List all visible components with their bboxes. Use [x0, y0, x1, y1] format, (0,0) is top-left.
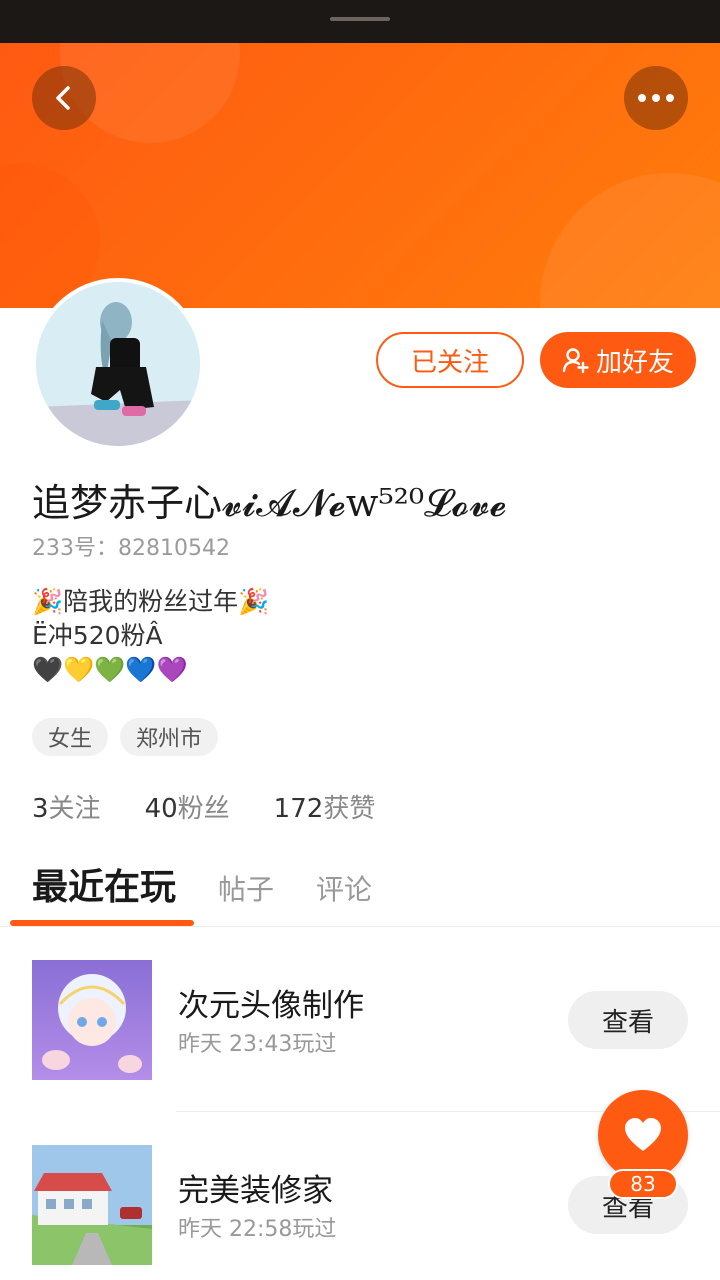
- username: 追梦赤子心𝓿𝓲𝓐𝓝𝓮w⁵²⁰𝓛𝓸𝓿𝓮: [32, 481, 507, 525]
- tab-comments[interactable]: 评论: [316, 868, 372, 908]
- view-game-button[interactable]: 查看: [568, 991, 688, 1049]
- game-played-time: 昨天 23:43玩过: [178, 1032, 337, 1057]
- stat-number: 3: [32, 794, 49, 824]
- back-button[interactable]: [32, 66, 96, 130]
- game-icon: [32, 1145, 152, 1265]
- stat-label: 获赞: [323, 794, 376, 824]
- followed-button[interactable]: 已关注: [376, 332, 524, 388]
- stat-label: 关注: [48, 794, 101, 824]
- more-button[interactable]: [624, 66, 688, 130]
- tab-recently-played[interactable]: 最近在玩: [32, 858, 176, 910]
- stat-number: 172: [273, 794, 324, 824]
- like-floating-button[interactable]: [598, 1090, 688, 1180]
- profile-stats: 3关注 40粉丝 172获赞: [32, 788, 375, 825]
- more-dots-icon: [638, 94, 674, 102]
- avatar-image: [36, 282, 200, 446]
- heart-icon: [625, 1118, 661, 1151]
- banner-decoration: [540, 173, 720, 308]
- tabs-divider: [0, 926, 720, 927]
- game-icon: [32, 960, 152, 1080]
- stat-label: 粉丝: [177, 794, 230, 824]
- profile-banner: [0, 43, 720, 308]
- add-friend-button[interactable]: 加好友: [540, 332, 696, 388]
- status-bar: [0, 0, 720, 43]
- game-played-time: 昨天 22:58玩过: [178, 1217, 337, 1242]
- user-bio: 🎉陪我的粉丝过年🎉 Ë冲520粉Â 🖤💛💚💙💜: [32, 587, 270, 684]
- add-user-icon: [562, 348, 589, 374]
- profile-tags: 女生 郑州市: [32, 718, 219, 756]
- chevron-left-icon: [56, 86, 70, 110]
- game-thumbnail[interactable]: [32, 1145, 152, 1265]
- stat-following[interactable]: 3关注: [32, 788, 101, 825]
- drag-handle[interactable]: [330, 17, 390, 21]
- location-tag: 郑州市: [120, 718, 219, 756]
- stat-likes[interactable]: 172获赞: [274, 788, 376, 825]
- like-count-badge: 83: [608, 1169, 678, 1199]
- stat-followers[interactable]: 40粉丝: [145, 788, 230, 825]
- stat-number: 40: [144, 794, 178, 824]
- add-friend-label: 加好友: [595, 347, 674, 378]
- user-id: 233号：82810542: [32, 536, 230, 561]
- game-title[interactable]: 完美装修家: [178, 1165, 333, 1210]
- followed-label: 已关注: [410, 347, 489, 378]
- game-title[interactable]: 次元头像制作: [178, 980, 364, 1025]
- gender-tag: 女生: [32, 718, 109, 756]
- tab-posts[interactable]: 帖子: [218, 868, 274, 908]
- profile-tabs: 最近在玩 帖子 评论: [32, 858, 372, 910]
- game-thumbnail[interactable]: [32, 960, 152, 1080]
- avatar[interactable]: [32, 278, 204, 450]
